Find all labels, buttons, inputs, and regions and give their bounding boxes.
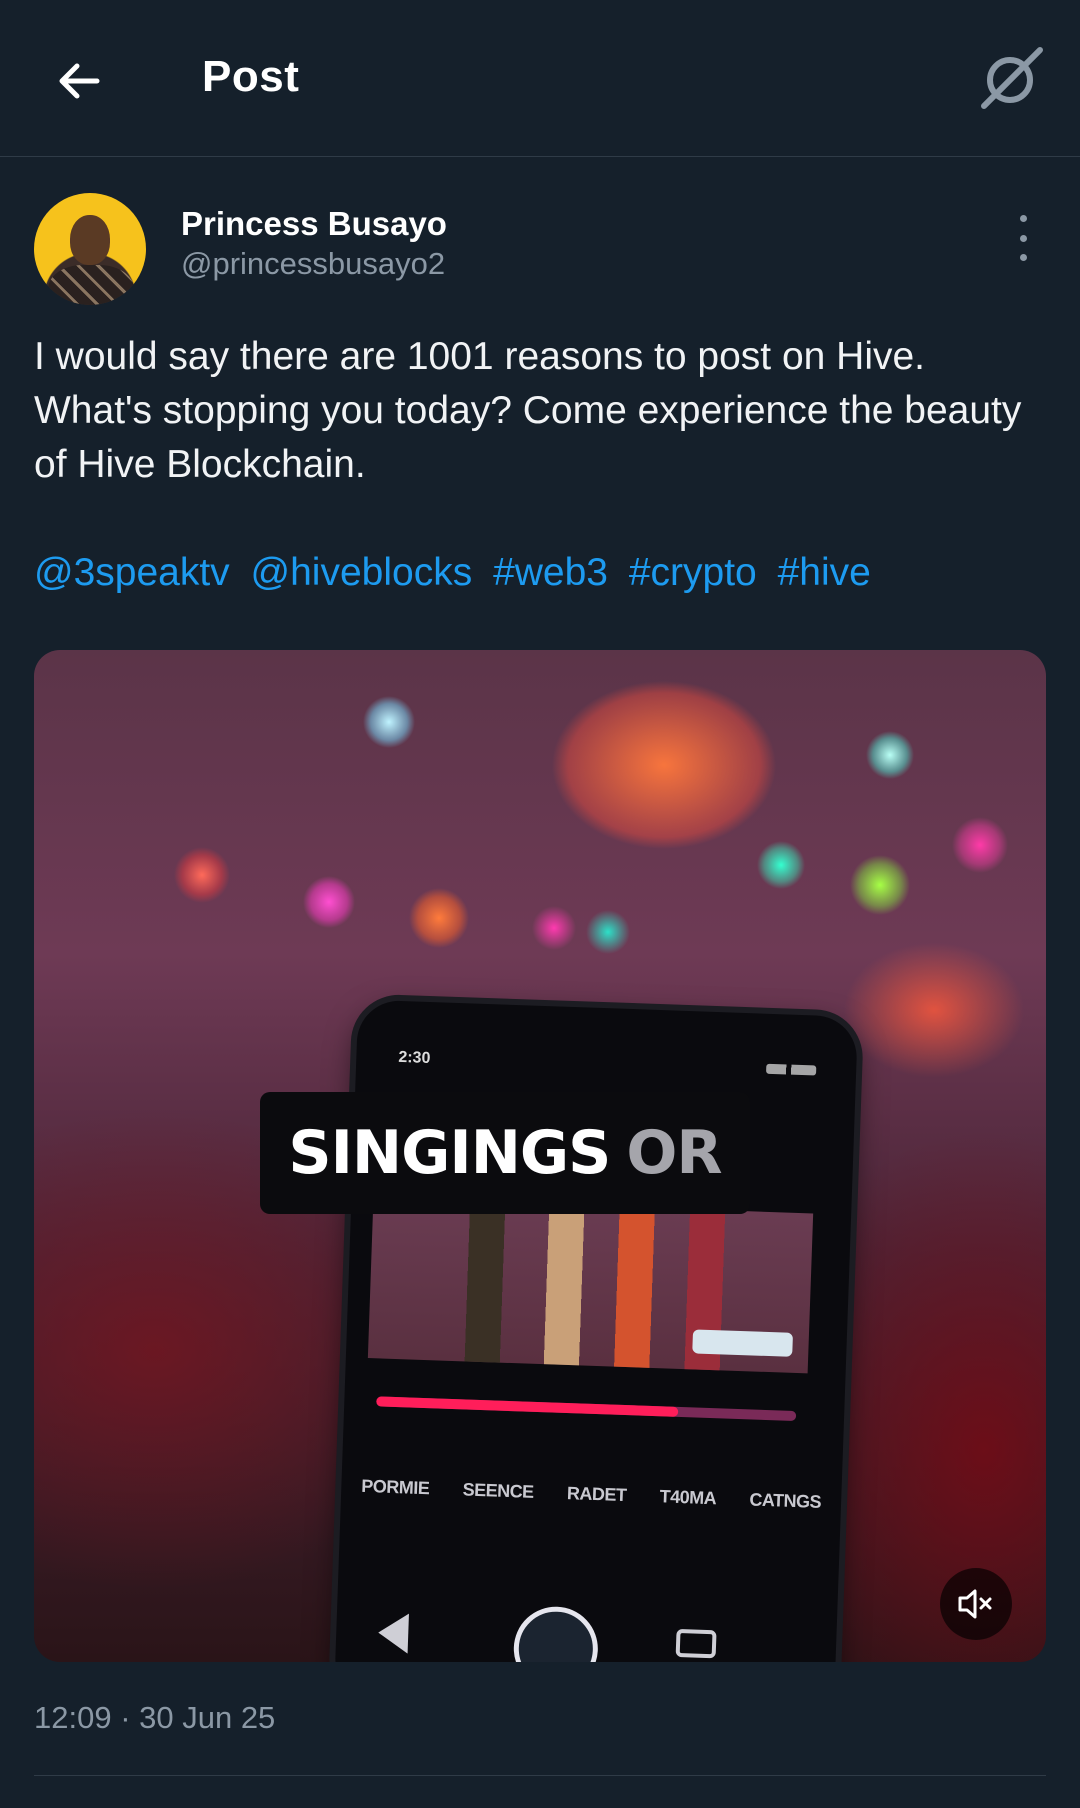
phone-time: 2:30 <box>398 1048 431 1068</box>
page-title: Post <box>202 52 300 101</box>
divider <box>34 1775 1046 1776</box>
hashtag-link[interactable]: #crypto <box>629 551 757 594</box>
mention-link[interactable]: @hiveblocks <box>251 551 473 594</box>
author-handle[interactable]: @princessbusayo2 <box>181 246 445 282</box>
more-dots-icon <box>1019 215 1027 222</box>
phone-status-icons <box>766 1063 817 1076</box>
video-caption: SINGINGS OR <box>260 1092 750 1214</box>
phone-menu-item: RADET <box>566 1483 627 1506</box>
speaker-muted-icon <box>958 1589 992 1619</box>
hashtag-link[interactable]: #hive <box>778 551 871 594</box>
mute-button[interactable] <box>940 1568 1012 1640</box>
phone-menu-item: CATNGS <box>749 1489 822 1512</box>
caption-sub: OR <box>626 1118 722 1188</box>
phone-menu: PORMIE SEENCE RADET T40MA CATNGS <box>361 1476 821 1513</box>
phone-video-thumbnail <box>367 1198 814 1374</box>
caption-main: SINGINGS <box>288 1118 611 1188</box>
phone-progress-fill <box>376 1396 679 1417</box>
phone-play-icon <box>512 1605 600 1662</box>
phone-image-icon <box>675 1628 717 1659</box>
phone-menu-item: PORMIE <box>361 1475 430 1499</box>
grok-icon <box>981 47 1043 109</box>
more-options-button[interactable] <box>1005 215 1041 261</box>
phone-progress-bar <box>376 1396 797 1422</box>
mention-link[interactable]: @3speaktv <box>34 551 230 594</box>
arrow-left-icon <box>59 63 100 99</box>
phone-controls <box>334 1599 837 1662</box>
phone-back-icon <box>377 1612 409 1654</box>
hashtag-link[interactable]: #web3 <box>493 551 608 594</box>
top-app-bar: Post <box>0 0 1080 157</box>
author-name[interactable]: Princess Busayo <box>181 205 447 243</box>
post-links: @3speaktv @hiveblocks #web3 #crypto #hiv… <box>34 546 1044 600</box>
post-screen: Post Princess Busayo @princessbusayo2 I … <box>0 0 1080 1808</box>
post-text: I would say there are 1001 reasons to po… <box>34 335 1022 486</box>
phone-menu-item: T40MA <box>659 1486 717 1509</box>
phone-menu-item: SEENCE <box>462 1479 534 1502</box>
back-button[interactable] <box>48 50 110 112</box>
avatar[interactable] <box>34 193 146 305</box>
video-player[interactable]: 2:30 PORMIE SEENCE RADET T40MA CATNGS SI… <box>34 650 1046 1662</box>
post-timestamp[interactable]: 12:09 · 30 Jun 25 <box>34 1700 275 1736</box>
grok-button[interactable] <box>976 44 1046 114</box>
